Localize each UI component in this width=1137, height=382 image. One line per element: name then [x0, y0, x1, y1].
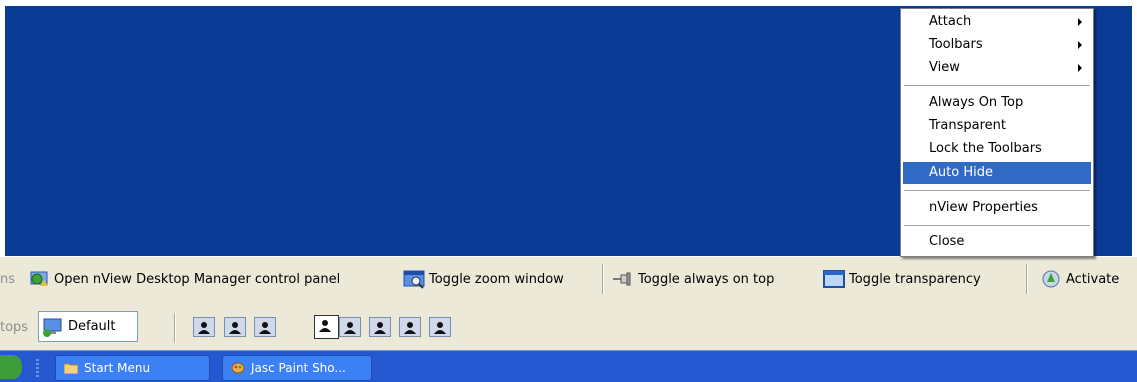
truncated-label: tops	[0, 301, 28, 353]
menu-item-lock-toolbars[interactable]: Lock the Toolbars	[903, 138, 1091, 160]
taskbar-button-start-menu[interactable]: Start Menu	[55, 355, 210, 381]
taskbar-grip[interactable]	[36, 359, 39, 377]
menu-item-label: Attach	[929, 14, 972, 29]
toolbar-separator	[602, 264, 604, 294]
submenu-arrow-icon	[1078, 41, 1082, 49]
open-control-panel-button[interactable]: Open nView Desktop Manager control panel	[28, 257, 340, 301]
menu-item-always-on-top[interactable]: Always On Top	[903, 92, 1091, 114]
start-button[interactable]	[0, 355, 22, 379]
paint-shop-icon	[231, 362, 245, 374]
desktop-6-button[interactable]	[369, 317, 391, 337]
desktop-8-button[interactable]	[429, 317, 451, 337]
toolbar-separator	[174, 313, 176, 343]
desktop-user-icon	[319, 320, 331, 332]
pushpin-icon	[613, 272, 631, 286]
desktop-profile-icon	[43, 318, 62, 337]
desktop-user-icon	[404, 322, 416, 334]
submenu-arrow-icon	[1078, 18, 1082, 26]
desktop-4-button[interactable]	[314, 315, 339, 339]
truncated-label: ns	[0, 257, 15, 301]
button-label: Toggle transparency	[849, 271, 981, 287]
control-panel-icon	[30, 271, 48, 286]
taskbar: Start Menu Jasc Paint Sho...	[0, 350, 1137, 382]
truncated-text: tops	[0, 319, 29, 335]
toggle-always-on-top-button[interactable]: Toggle always on top	[612, 257, 774, 301]
activate-button[interactable]: Activate	[1040, 257, 1119, 301]
menu-item-transparent[interactable]: Transparent	[903, 115, 1091, 137]
menu-separator	[904, 85, 1090, 86]
menu-item-label: Lock the Toolbars	[929, 141, 1042, 156]
toolbar-separator	[1026, 264, 1028, 294]
submenu-arrow-icon	[1078, 64, 1082, 72]
desktop-user-icon	[374, 322, 386, 334]
desktop-user-icon	[198, 322, 210, 334]
menu-item-label: Toolbars	[929, 37, 983, 52]
taskbar-button-jasc-paint-shop[interactable]: Jasc Paint Sho...	[222, 355, 372, 381]
menu-item-auto-hide[interactable]: Auto Hide	[903, 162, 1091, 184]
desktop-2-button[interactable]	[224, 317, 246, 337]
desktop-5-button[interactable]	[339, 317, 361, 337]
transparency-icon	[823, 270, 845, 288]
menu-item-nview-properties[interactable]: nView Properties	[903, 197, 1091, 219]
menu-item-view[interactable]: View	[903, 57, 1091, 79]
context-menu: Attach Toolbars View Always On Top Trans…	[900, 8, 1094, 257]
desktop-user-icon	[434, 322, 446, 334]
truncated-text: ns	[0, 271, 16, 287]
taskbar-button-label: Jasc Paint Sho...	[251, 361, 346, 375]
default-profile-button[interactable]: Default	[38, 311, 138, 342]
menu-item-label: Close	[929, 234, 965, 249]
toggle-zoom-window-button[interactable]: Toggle zoom window	[403, 257, 564, 301]
desktop-user-icon	[229, 322, 241, 334]
desktop-1-button[interactable]	[193, 317, 215, 337]
folder-icon	[64, 363, 78, 374]
nview-toolbar-row-1: ns Open nView Desktop Manager control pa…	[0, 256, 1137, 301]
menu-item-label: Transparent	[929, 118, 1006, 133]
menu-item-close[interactable]: Close	[903, 231, 1091, 253]
desktop-7-button[interactable]	[399, 317, 421, 337]
menu-item-attach[interactable]: Attach	[903, 11, 1091, 33]
zoom-window-icon	[403, 270, 425, 289]
menu-item-label: View	[929, 60, 960, 75]
button-label: Default	[68, 319, 116, 334]
menu-separator	[904, 225, 1090, 226]
menu-item-toolbars[interactable]: Toolbars	[903, 34, 1091, 56]
button-label: Toggle always on top	[638, 271, 775, 287]
menu-item-label: Auto Hide	[929, 165, 993, 180]
menu-item-label: Always On Top	[929, 95, 1024, 110]
desktop-user-icon	[344, 322, 356, 334]
desktop-3-button[interactable]	[254, 317, 276, 337]
desktop-user-icon	[259, 322, 271, 334]
nview-toolbar-row-2: tops Default	[0, 301, 1137, 350]
toggle-transparency-button[interactable]: Toggle transparency	[823, 257, 981, 301]
button-label: Open nView Desktop Manager control panel	[54, 271, 341, 287]
menu-separator	[904, 190, 1090, 191]
button-label: Activate	[1066, 271, 1120, 287]
button-label: Toggle zoom window	[429, 271, 564, 287]
menu-item-label: nView Properties	[929, 200, 1038, 215]
activate-icon	[1042, 270, 1060, 288]
taskbar-button-label: Start Menu	[84, 361, 151, 375]
